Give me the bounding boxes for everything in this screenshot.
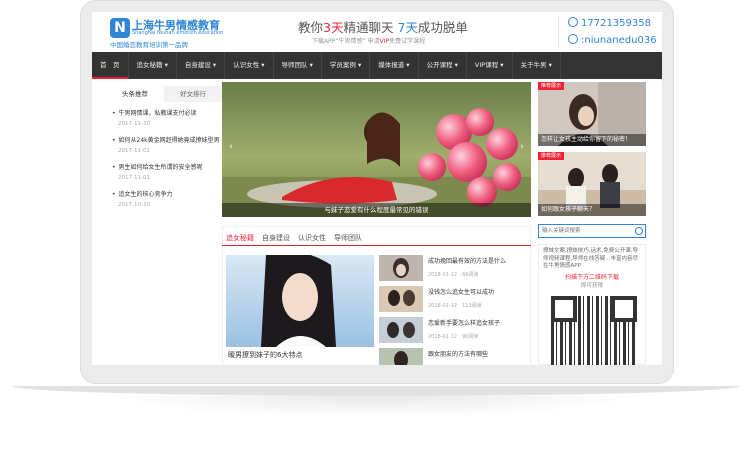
news-thumbnail <box>379 348 423 365</box>
news-item[interactable]: 成功挽回最有效的方法是什么 2018-01-12 66阅读 <box>379 255 529 281</box>
side-card-badge: 推荐展示 <box>538 82 565 90</box>
news-date: 2018-01-12 <box>428 334 458 340</box>
promo-text: 撩妹文案,撩妹技巧,话术,免费公开课,导师视频课程,导师在线答疑...丰富内容尽… <box>543 248 638 269</box>
phone-number: 17721359358 <box>581 18 651 29</box>
nav-item-pursuit[interactable]: 追女秘籍 ▾ <box>129 52 177 79</box>
tab-mentors[interactable]: 导师团队 <box>330 230 366 245</box>
website-screen: N 上海牛男情感教育 Shanghai Niunan emotion educa… <box>92 12 662 365</box>
slogan-part: 精通聊天 <box>343 20 398 35</box>
tab-self[interactable]: 自身建设 <box>258 230 294 245</box>
tab-women[interactable]: 认识女性 <box>294 230 330 245</box>
news-title[interactable]: 成功挽回最有效的方法是什么 <box>428 256 506 265</box>
news-date: 2018-01-12 <box>428 272 458 278</box>
news-item[interactable]: 恋爱新手要怎么样追女孩子 2018-01-12 90阅读 <box>379 317 529 343</box>
news-thumbnail <box>379 317 423 343</box>
sub-slogan-part: 下载APP“牛男情感” 申请 <box>312 38 380 45</box>
sub-slogan: 下载APP“牛男情感” 申请VIP免费试学课程 <box>312 36 425 45</box>
news-title[interactable]: 恋爱新手要怎么样追女孩子 <box>428 318 500 327</box>
news-title[interactable]: 跟女朋友的方法有哪些 <box>428 349 488 358</box>
slogan-highlight: 7天 <box>397 20 418 35</box>
search-icon[interactable] <box>635 227 643 235</box>
news-thumbnail <box>379 286 423 312</box>
content-tabs: 追女秘籍 自身建设 认识女性 导师团队 <box>222 230 531 246</box>
hero-slider[interactable]: ‹ › 与妹子恋爱有什么程度最常见的错误 <box>222 82 531 217</box>
laptop-base <box>12 386 740 396</box>
hero-image <box>222 82 531 217</box>
slider-caption[interactable]: 与妹子恋爱有什么程度最常见的错误 <box>222 203 531 217</box>
wechat-contact[interactable]: :niunanedu036 <box>568 34 657 46</box>
list-date: 2017-11-02 <box>118 148 150 154</box>
side-card-badge: 推荐展示 <box>538 152 565 160</box>
wechat-id: :niunanedu036 <box>581 35 657 46</box>
nav-item-open-courses[interactable]: 公开课程 ▾ <box>419 52 467 79</box>
news-thumbnail <box>379 255 423 281</box>
list-item[interactable]: 如何从24k黄金网赶得她竟成撩妹型男 <box>112 136 224 145</box>
news-item[interactable]: 没钱怎么追女生可以成功 2018-01-12 113阅读 <box>379 286 529 312</box>
news-meta: 2018-01-12 113阅读 <box>428 302 482 309</box>
nav-item-vip[interactable]: VIP课程 ▾ <box>467 52 513 79</box>
slogan-part: 教你 <box>298 20 324 35</box>
phone-contact[interactable]: 17721359358 <box>568 17 651 29</box>
laptop-shadow <box>110 396 640 418</box>
logo-tagline: 中国婚恋教育培训第一品牌 <box>110 41 188 49</box>
nav-item-about[interactable]: 关于牛男 ▾ <box>513 52 561 79</box>
side-card[interactable]: 推荐展示 怎样让女孩主动给你留下的秘密！ <box>538 82 646 146</box>
news-views: 90阅读 <box>462 334 479 340</box>
slogan: 教你3天精通聊天 7天成功脱单 <box>298 17 468 36</box>
side-card[interactable]: 推荐展示 如何跟女孩子聊天？ <box>538 152 646 216</box>
nav-item-self[interactable]: 自身建设 ▾ <box>177 52 226 79</box>
list-date: 2017-10-30 <box>118 202 150 208</box>
logo-icon[interactable]: N <box>110 18 130 38</box>
news-date: 2018-01-12 <box>428 303 458 309</box>
news-views: 113阅读 <box>462 303 482 309</box>
news-item[interactable]: 跟女朋友的方法有哪些 <box>379 348 529 365</box>
featured-article-title[interactable]: 暧男撩到妹子的6大特点 <box>228 350 302 360</box>
nav-item-home[interactable]: 首 页 <box>92 52 129 79</box>
left-tabs: 头条推荐 好文排行 <box>106 86 222 102</box>
slogan-part: 成功脱单 <box>417 20 468 35</box>
tab-pursuit[interactable]: 追女秘籍 <box>222 230 258 245</box>
list-item[interactable]: 男生如何给女生所谓的安全感呢 <box>112 163 224 172</box>
side-card-caption[interactable]: 怎样让女孩主动给你留下的秘密！ <box>538 134 646 146</box>
news-thumbnail-image <box>379 255 423 281</box>
wechat-icon <box>568 34 578 44</box>
nav-item-cases[interactable]: 学员案例 ▾ <box>322 52 371 79</box>
slogan-highlight: 3天 <box>323 20 344 35</box>
search-input[interactable] <box>539 225 631 237</box>
app-promo: 撩妹文案,撩妹技巧,话术,免费公开课,导师视频课程,导师在线答疑...丰富内容尽… <box>538 244 646 365</box>
slider-prev-button[interactable]: ‹ <box>226 142 236 156</box>
news-thumbnail-image <box>379 317 423 343</box>
headline-list: 牛男网情课，私教课支付必读 2017-11-30 如何从24k黄金网赶得她竟成撩… <box>112 109 224 217</box>
side-card-caption[interactable]: 如何跟女孩子聊天？ <box>538 204 646 216</box>
qr-code <box>551 296 637 365</box>
list-date: 2017-11-01 <box>118 175 150 181</box>
main-nav: 首 页 追女秘籍 ▾ 自身建设 ▾ 认识女性 ▾ 导师团队 ▾ 学员案例 ▾ 媒… <box>92 52 662 79</box>
sub-slogan-part: 免费试学课程 <box>389 38 426 45</box>
list-date: 2017-11-30 <box>118 121 150 127</box>
nav-item-women[interactable]: 认识女性 ▾ <box>225 52 274 79</box>
sub-slogan-highlight: VIP <box>379 38 390 45</box>
logo-english: Shanghai Niunan emotion education <box>132 30 224 36</box>
search-box <box>538 224 646 238</box>
tab-ranking[interactable]: 好文排行 <box>164 86 222 102</box>
news-meta: 2018-01-12 66阅读 <box>428 271 478 278</box>
nav-item-mentors[interactable]: 导师团队 ▾ <box>274 52 322 79</box>
list-item[interactable]: 牛男网情课，私教课支付必读 <box>112 109 224 118</box>
promo-cta: 扫描下方二维码下载 <box>564 273 619 281</box>
phone-icon <box>568 17 578 27</box>
nav-item-media[interactable]: 媒体报道 ▾ <box>370 52 419 79</box>
site-header: N 上海牛男情感教育 Shanghai Niunan emotion educa… <box>92 12 662 52</box>
slider-next-button[interactable]: › <box>517 142 527 156</box>
header-divider <box>558 16 559 48</box>
list-item[interactable]: 追女生的核心竞争力 <box>112 190 224 199</box>
featured-image <box>226 255 374 347</box>
promo-link[interactable]: 即可获得 <box>539 282 645 290</box>
news-meta: 2018-01-12 90阅读 <box>428 333 478 340</box>
featured-article-image[interactable] <box>226 255 374 347</box>
news-thumbnail-image <box>379 348 423 365</box>
news-title[interactable]: 没钱怎么追女生可以成功 <box>428 287 494 296</box>
news-views: 66阅读 <box>462 272 479 278</box>
tab-headlines[interactable]: 头条推荐 <box>106 86 164 102</box>
news-thumbnail-image <box>379 286 423 312</box>
